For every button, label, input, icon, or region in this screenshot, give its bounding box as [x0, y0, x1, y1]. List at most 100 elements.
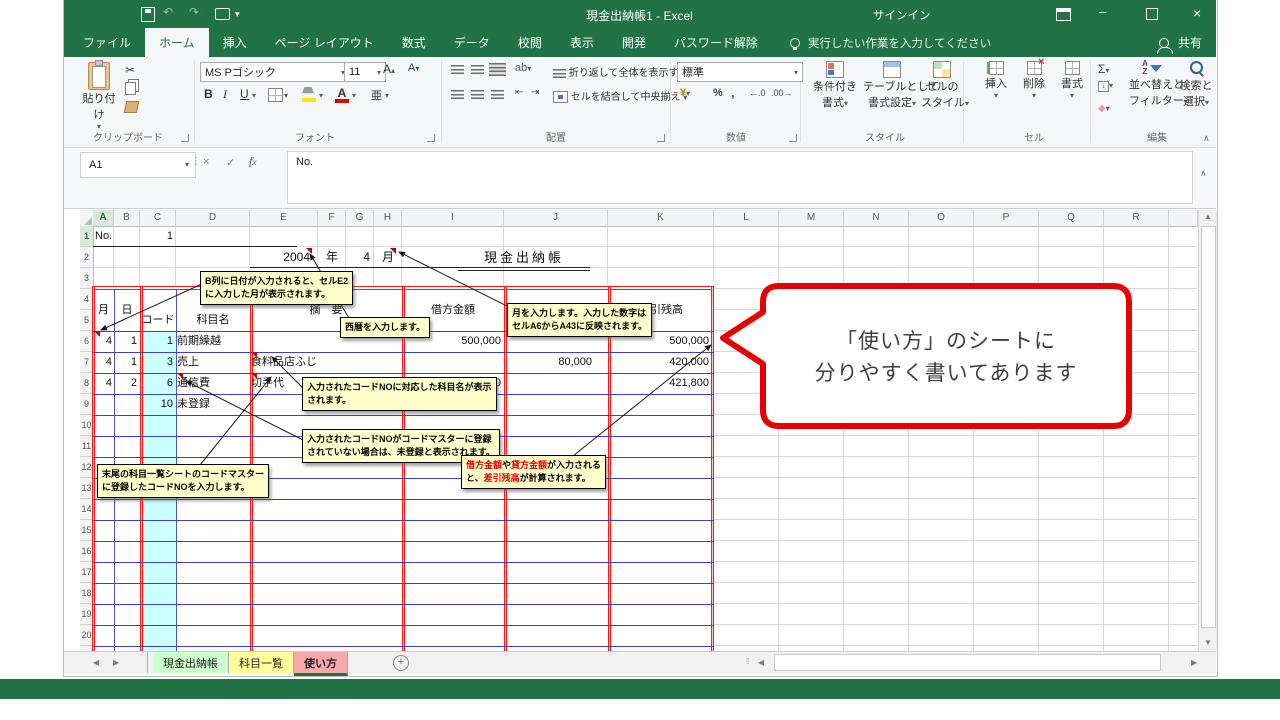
conditional-formatting-button[interactable]: 条件付き書式▾: [810, 61, 860, 110]
fill-color-icon[interactable]: [302, 87, 316, 102]
cell-row6-C[interactable]: 1: [140, 331, 173, 352]
sheet-area[interactable]: ABCDEFGHIJKLMNOPQR 123456789101112131415…: [63, 210, 1198, 651]
cell-row9-C[interactable]: 10: [140, 394, 173, 415]
alignment-dialog-launcher[interactable]: [657, 134, 665, 142]
hscroll-right-icon[interactable]: ▶: [1191, 658, 1197, 667]
select-all-button[interactable]: [80, 210, 94, 227]
column-header-A[interactable]: A: [93, 210, 114, 227]
name-box[interactable]: A1 ▾: [80, 152, 196, 178]
cell-row9-D[interactable]: 未登録: [177, 394, 249, 415]
increase-indent-icon[interactable]: ⇥: [531, 87, 539, 98]
font-dialog-launcher[interactable]: [427, 134, 435, 142]
column-header-P[interactable]: P: [974, 210, 1039, 227]
ribbon-tab-4[interactable]: ページ レイアウト: [261, 28, 388, 57]
grow-font-icon[interactable]: A▴: [383, 62, 395, 76]
align-right-icon[interactable]: [491, 90, 504, 99]
sheet-tab-2[interactable]: 科目一覧: [229, 652, 294, 673]
cell-styles-button[interactable]: セルのスタイル▾: [921, 61, 963, 110]
align-left-icon[interactable]: [451, 90, 464, 99]
column-header-F[interactable]: F: [318, 210, 346, 227]
cell-row8-K[interactable]: 421,800: [608, 373, 709, 394]
column-header-J[interactable]: J: [504, 210, 608, 227]
row-header-2[interactable]: 2: [80, 247, 94, 268]
align-center-icon[interactable]: [471, 90, 484, 99]
format-cells-button[interactable]: 書式▾: [1054, 61, 1090, 100]
horizontal-scroll-thumb[interactable]: [774, 654, 1161, 671]
sheet-scroll-left-icon[interactable]: ◀: [93, 658, 99, 667]
decrease-decimal-icon[interactable]: .00→: [771, 88, 793, 98]
cell-row8-A[interactable]: 4: [93, 373, 112, 394]
furigana-icon[interactable]: 亜: [371, 87, 382, 103]
vertical-scroll-thumb[interactable]: [1201, 226, 1216, 628]
sort-filter-button[interactable]: AZ 並べ替えとフィルター▾: [1129, 60, 1175, 108]
cut-icon[interactable]: ✂: [125, 63, 135, 77]
decrease-indent-icon[interactable]: ⇤: [515, 87, 523, 98]
number-format-select[interactable]: 標準▾: [677, 62, 803, 82]
cell-row8-C[interactable]: 6: [140, 373, 173, 394]
underline-button[interactable]: U: [240, 87, 249, 101]
cell-A1[interactable]: No.: [95, 226, 112, 247]
cell-row7-D[interactable]: 売上: [177, 352, 249, 373]
insert-function-icon[interactable]: fx: [249, 154, 256, 169]
expand-formula-bar-icon[interactable]: ∧: [1200, 168, 1207, 179]
restore-button[interactable]: [1146, 8, 1158, 20]
paste-button[interactable]: 貼り付け ▾: [78, 60, 120, 134]
delete-cells-button[interactable]: × 削除▾: [1016, 61, 1052, 100]
cell-row7-J[interactable]: 80,000: [504, 352, 592, 373]
ribbon-tab-10[interactable]: パスワード解除: [660, 28, 772, 57]
bottom-align-icon[interactable]: [489, 63, 506, 76]
column-header-I[interactable]: I: [402, 210, 504, 227]
bold-button[interactable]: B: [204, 87, 213, 101]
merge-center-button[interactable]: セルを結合して中央揃え ▾: [553, 88, 687, 103]
ribbon-tab-5[interactable]: 数式: [388, 28, 440, 57]
column-header-M[interactable]: M: [779, 210, 844, 227]
sheet-scroll-right-icon[interactable]: ▶: [113, 658, 119, 667]
column-header-K[interactable]: K: [608, 210, 714, 227]
new-sheet-button[interactable]: +: [393, 655, 409, 671]
column-header-D[interactable]: D: [176, 210, 250, 227]
formula-input[interactable]: No.: [287, 151, 1193, 204]
collapse-ribbon-icon[interactable]: ∧: [1203, 133, 1210, 144]
cell-C1[interactable]: 1: [140, 226, 173, 247]
font-size-select[interactable]: 11▾: [344, 62, 386, 82]
hscroll-left-icon[interactable]: ◀: [758, 658, 764, 667]
sign-in-button[interactable]: サインイン: [873, 7, 931, 23]
top-align-icon[interactable]: [451, 65, 464, 74]
column-header-O[interactable]: O: [909, 210, 974, 227]
borders-icon[interactable]: [268, 88, 283, 102]
cell-row7-C[interactable]: 3: [140, 352, 173, 373]
format-as-table-button[interactable]: テーブルとして書式設定▾: [863, 61, 921, 110]
horizontal-scrollbar[interactable]: [773, 654, 1185, 670]
minimize-button[interactable]: –: [1099, 4, 1106, 19]
cell-row6-B[interactable]: 1: [114, 331, 137, 352]
ribbon-tab-6[interactable]: データ: [440, 28, 504, 57]
ribbon-tab-7[interactable]: 校閲: [504, 28, 556, 57]
column-header-C[interactable]: C: [140, 210, 176, 227]
accounting-format-icon[interactable]: ¥▾: [680, 87, 690, 99]
wrap-text-button[interactable]: 折り返して全体を表示する: [553, 64, 688, 79]
cell-row7-B[interactable]: 1: [114, 352, 137, 373]
borders-dropdown[interactable]: ▾: [284, 91, 288, 100]
cell-row7-K[interactable]: 420,000: [608, 352, 709, 373]
ribbon-tab-9[interactable]: 開発: [608, 28, 660, 57]
column-header-N[interactable]: N: [844, 210, 909, 227]
cell-F2[interactable]: 年: [318, 247, 346, 268]
format-painter-icon[interactable]: [124, 101, 140, 113]
cell-row7-A[interactable]: 4: [93, 352, 112, 373]
ribbon-display-options-icon[interactable]: [1056, 8, 1071, 21]
column-header-R[interactable]: R: [1104, 210, 1169, 227]
underline-dropdown[interactable]: ▾: [252, 91, 256, 100]
tell-me-box[interactable]: 実行したい作業を入力してください: [790, 28, 991, 57]
sheet-tab-1[interactable]: 現金出納帳: [153, 652, 229, 673]
column-header-partial[interactable]: [1169, 210, 1198, 227]
column-header-B[interactable]: B: [114, 210, 140, 227]
furigana-dropdown[interactable]: ▾: [385, 91, 389, 100]
column-header-Q[interactable]: Q: [1039, 210, 1104, 227]
shrink-font-icon[interactable]: A▾: [408, 62, 419, 74]
cell-doc-title[interactable]: 現金出納帳: [458, 247, 590, 268]
cell-G2-month[interactable]: 4: [346, 247, 370, 268]
cell-E2-year[interactable]: 2004: [250, 247, 310, 268]
increase-decimal-icon[interactable]: ←.0: [749, 88, 766, 98]
ribbon-tab-2[interactable]: ホーム: [145, 28, 209, 57]
fill-color-dropdown[interactable]: ▾: [319, 91, 323, 100]
